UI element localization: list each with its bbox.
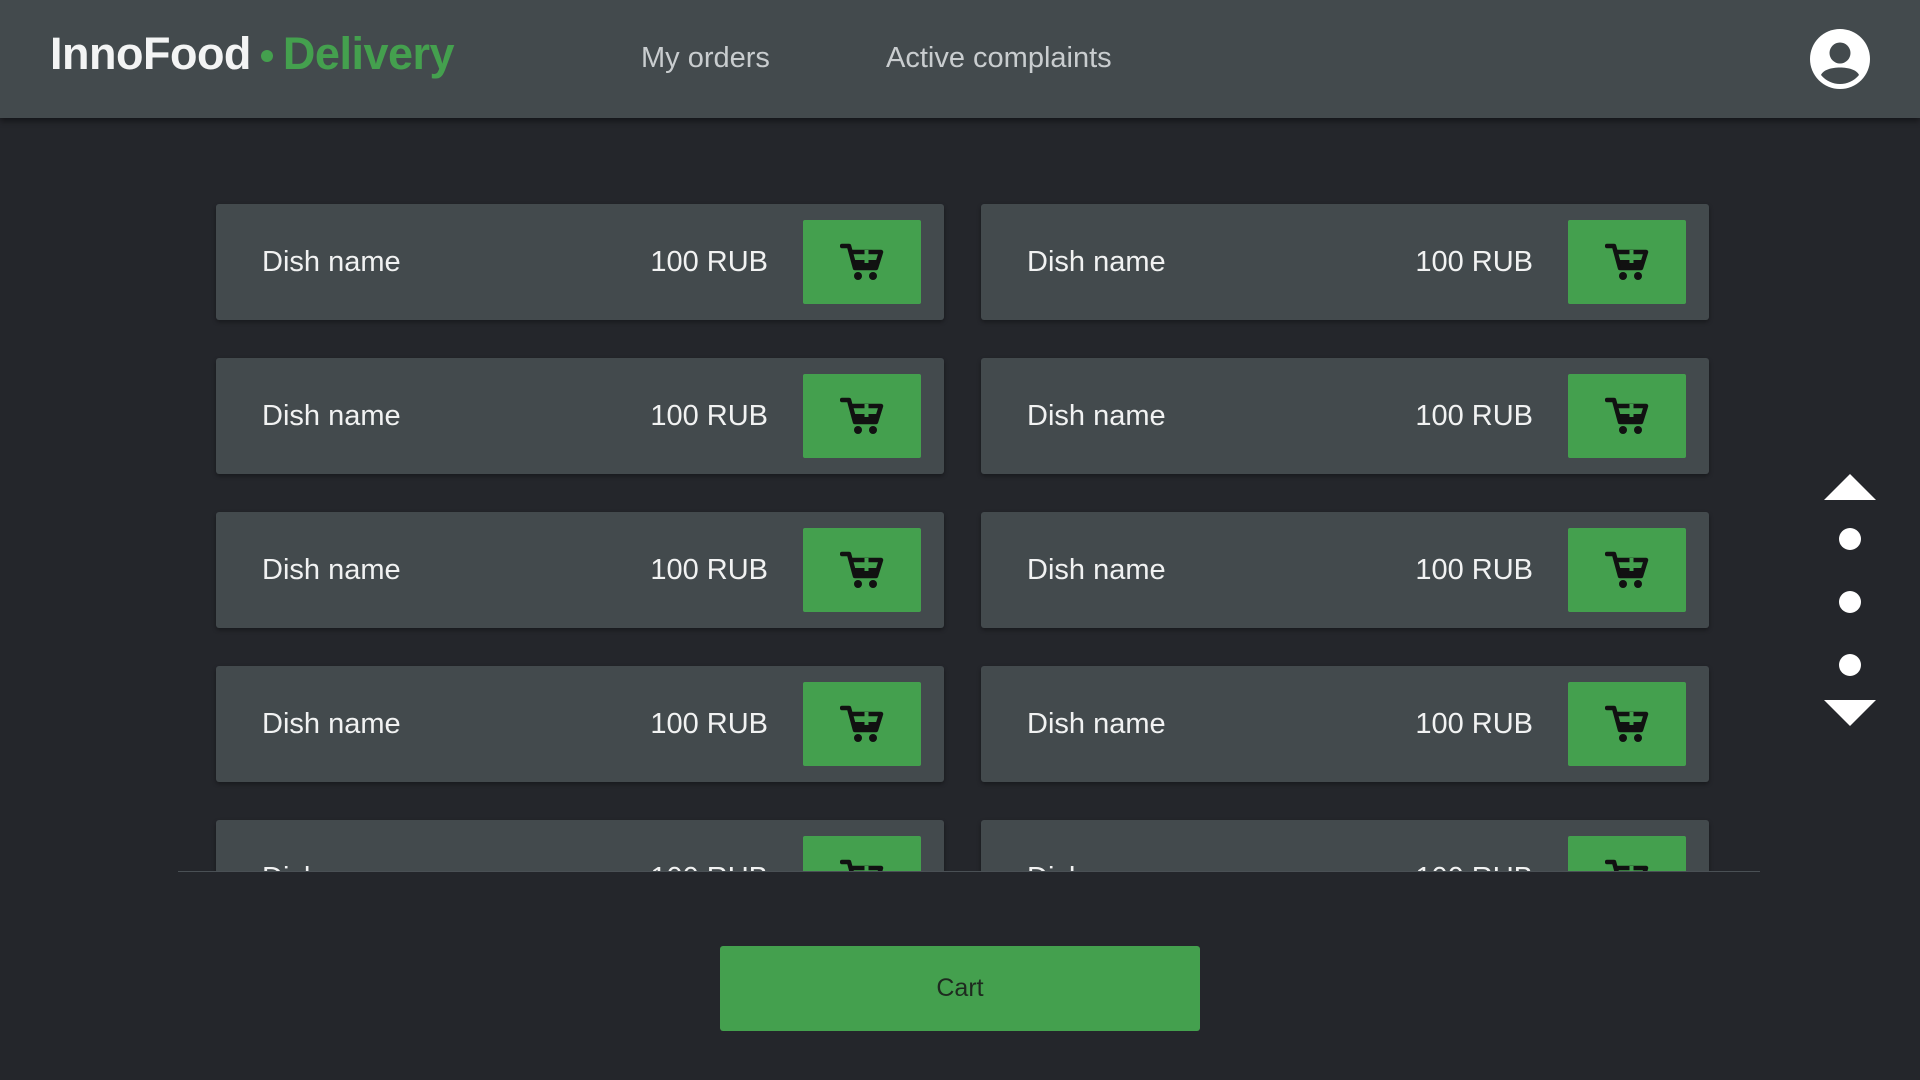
logo-accent-text: Delivery: [282, 28, 455, 79]
dish-price: 100 RUB: [650, 708, 768, 740]
user-avatar-button[interactable]: [1810, 29, 1870, 89]
dish-card: Dish name 100 RUB: [981, 358, 1709, 474]
add-to-cart-button[interactable]: [803, 374, 921, 458]
dish-card: Dish name 100 RUB: [981, 512, 1709, 628]
add-to-cart-button[interactable]: [1568, 220, 1686, 304]
add-to-cart-button[interactable]: [803, 220, 921, 304]
cart-plus-icon: [840, 243, 884, 280]
dish-card: Dish name 100 RUB: [981, 820, 1709, 871]
triangle-down-icon[interactable]: [1824, 700, 1876, 726]
triangle-up-icon[interactable]: [1824, 474, 1876, 500]
dish-name: Dish name: [262, 246, 401, 278]
dish-price: 100 RUB: [650, 820, 768, 871]
dish-name: Dish name: [1027, 820, 1166, 871]
dish-card: Dish name 100 RUB: [216, 666, 944, 782]
add-to-cart-button[interactable]: [1568, 374, 1686, 458]
dish-card: Dish name 100 RUB: [981, 204, 1709, 320]
page-dot-1[interactable]: [1839, 528, 1861, 550]
dish-name: Dish name: [262, 554, 401, 586]
cart-plus-icon: [1605, 705, 1649, 742]
nav-active-complaints-link[interactable]: Active complaints: [886, 42, 1112, 75]
logo-dot: [260, 50, 273, 62]
cart-plus-icon: [1605, 859, 1649, 871]
add-to-cart-button[interactable]: [1568, 836, 1686, 871]
add-to-cart-button[interactable]: [1568, 528, 1686, 612]
dish-price: 100 RUB: [1415, 400, 1533, 432]
cart-plus-icon: [840, 551, 884, 588]
dish-price: 100 RUB: [650, 246, 768, 278]
dish-card: Dish name 100 RUB: [216, 204, 944, 320]
dish-price: 100 RUB: [650, 400, 768, 432]
cart-button[interactable]: Cart: [720, 946, 1200, 1031]
app-header: InnoFood Delivery My orders Active compl…: [0, 0, 1920, 118]
dish-name: Dish name: [1027, 400, 1166, 432]
page-dot-2[interactable]: [1839, 591, 1861, 613]
cart-plus-icon: [1605, 243, 1649, 280]
dish-name: Dish name: [262, 820, 401, 871]
page-indicator: [1824, 474, 1876, 730]
dish-price: 100 RUB: [1415, 554, 1533, 586]
dish-card: Dish name 100 RUB: [216, 512, 944, 628]
cart-plus-icon: [840, 859, 884, 871]
dish-name: Dish name: [1027, 554, 1166, 586]
add-to-cart-button[interactable]: [803, 836, 921, 871]
dish-card: Dish name 100 RUB: [981, 666, 1709, 782]
dish-price: 100 RUB: [1415, 708, 1533, 740]
dish-name: Dish name: [262, 400, 401, 432]
add-to-cart-button[interactable]: [803, 682, 921, 766]
dish-card: Dish name 100 RUB: [216, 358, 944, 474]
app-logo[interactable]: InnoFood Delivery: [50, 28, 455, 80]
page-dot-3[interactable]: [1839, 654, 1861, 676]
cart-plus-icon: [840, 397, 884, 434]
dish-name: Dish name: [1027, 246, 1166, 278]
dish-price: 100 RUB: [1415, 246, 1533, 278]
cart-plus-icon: [840, 705, 884, 742]
nav-my-orders-link[interactable]: My orders: [641, 42, 770, 75]
user-circle-icon: [1810, 29, 1870, 89]
logo-primary-text: InnoFood: [50, 28, 251, 79]
dish-name: Dish name: [262, 708, 401, 740]
dish-list[interactable]: Dish name 100 RUB Dish name 100 RUB Dish nam…: [178, 118, 1760, 872]
dish-price: 100 RUB: [1415, 820, 1533, 871]
add-to-cart-button[interactable]: [1568, 682, 1686, 766]
dish-price: 100 RUB: [650, 554, 768, 586]
add-to-cart-button[interactable]: [803, 528, 921, 612]
cart-plus-icon: [1605, 551, 1649, 588]
cart-plus-icon: [1605, 397, 1649, 434]
dish-card: Dish name 100 RUB: [216, 820, 944, 871]
dish-name: Dish name: [1027, 708, 1166, 740]
